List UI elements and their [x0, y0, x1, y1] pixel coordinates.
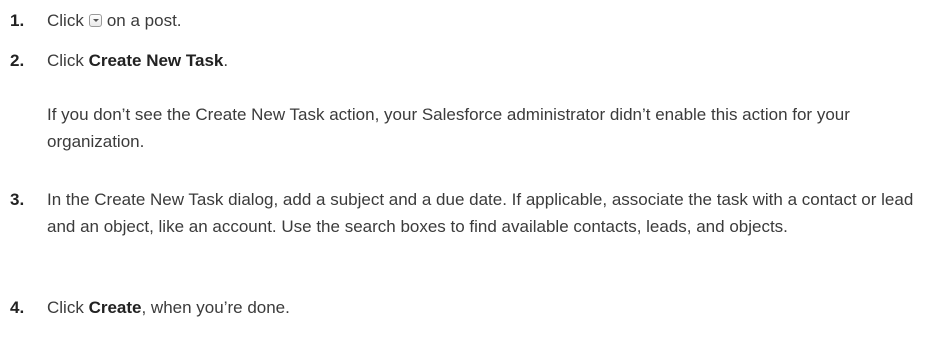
step-text-after-icon: on a post. [106, 11, 182, 30]
step-text: Click Create, when you’re done. [47, 294, 923, 321]
step-text-suffix: , when you’re done. [141, 298, 290, 317]
dropdown-arrow-icon [88, 14, 102, 27]
create-new-task-label: Create New Task [88, 51, 224, 70]
step-number: 2. [10, 51, 25, 70]
create-label: Create [88, 298, 142, 317]
step-text-prefix: Click [47, 298, 89, 317]
step-text: Click Create New Task. [47, 47, 923, 74]
step-number: 4. [10, 298, 25, 317]
instruction-list: 1. Click on a post. 2. Click Create New T… [0, 0, 935, 339]
step-text: Click on a post. [47, 7, 923, 34]
step-number: 1. [10, 11, 25, 30]
step-text: In the Create New Task dialog, add a sub… [47, 190, 914, 236]
step-text-prefix: Click [47, 51, 89, 70]
step-text-suffix: . [223, 51, 229, 70]
step-number: 3. [10, 190, 25, 209]
step-2-note: If you don’t see the Create New Task act… [47, 105, 850, 151]
step-text-before-icon: Click [47, 11, 84, 30]
